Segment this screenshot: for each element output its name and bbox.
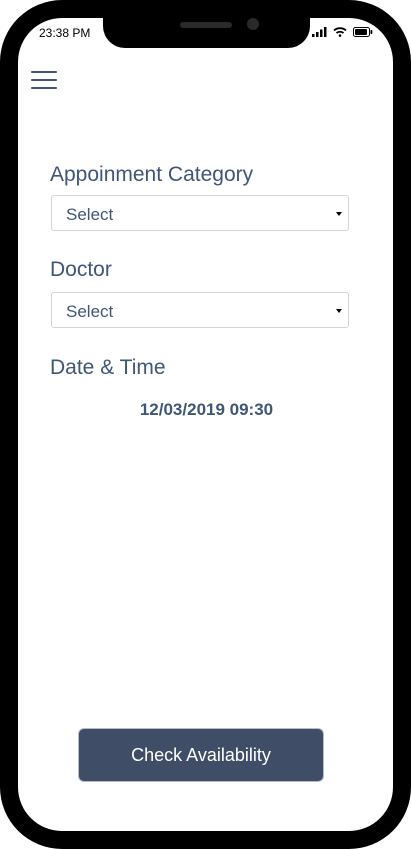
wifi-icon	[333, 27, 347, 37]
phone-frame: 23:38 PM Appoinment Category Select Doct…	[0, 0, 411, 849]
cellular-signal-icon	[312, 27, 327, 37]
status-icons	[312, 27, 373, 37]
chevron-down-icon	[336, 309, 342, 313]
doctor-label: Doctor	[50, 258, 112, 281]
appointment-category-label: Appoinment Category	[50, 163, 254, 186]
appointment-category-value: Select	[66, 205, 114, 224]
battery-icon	[353, 27, 373, 37]
hamburger-menu-icon[interactable]	[31, 69, 59, 91]
date-time-label: Date & Time	[50, 356, 166, 379]
status-time: 23:38 PM	[39, 26, 91, 40]
check-availability-button[interactable]: Check Availability	[78, 728, 324, 782]
doctor-value: Select	[66, 302, 114, 321]
doctor-select[interactable]: Select	[51, 292, 349, 328]
date-time-value[interactable]: 12/03/2019 09:30	[18, 400, 393, 420]
camera	[247, 18, 259, 30]
screen: 23:38 PM Appoinment Category Select Doct…	[18, 18, 393, 831]
appointment-category-select[interactable]: Select	[51, 195, 349, 231]
chevron-down-icon	[336, 212, 342, 216]
notch	[103, 18, 310, 48]
speaker	[180, 22, 232, 28]
